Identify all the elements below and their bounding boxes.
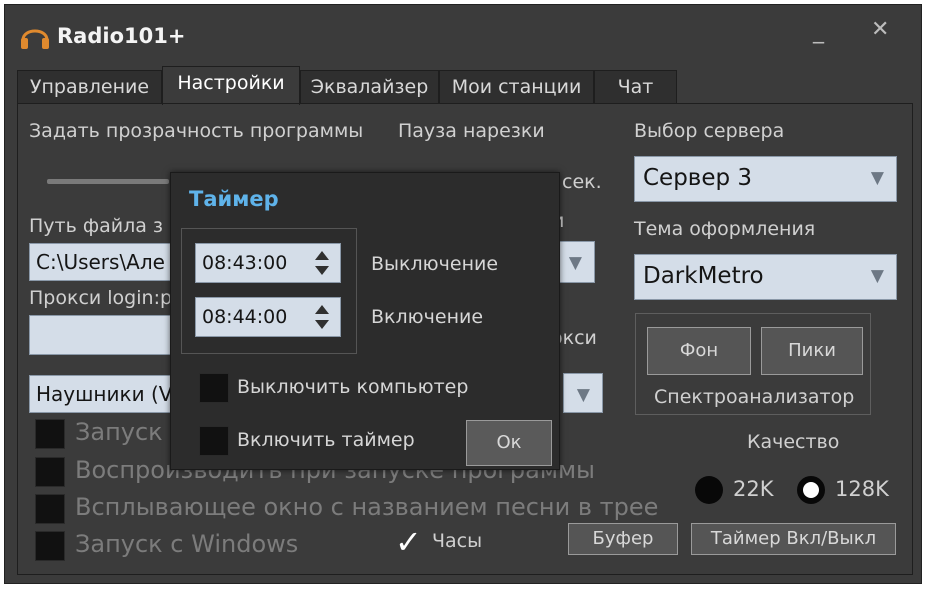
transparency-slider[interactable] <box>47 179 169 184</box>
app-window: Radio101+ _ ✕ Управление Настройки Эквал… <box>4 4 922 584</box>
seconds-suffix: сек. <box>562 171 602 193</box>
window-title: Radio101+ <box>57 24 186 48</box>
spectrum-background-button[interactable]: Фон <box>647 327 751 375</box>
tab-settings[interactable]: Настройки <box>162 66 300 105</box>
timer-dialog-title: Таймер <box>189 187 279 211</box>
shutdown-label: Выключить компьютер <box>237 376 469 398</box>
enable-timer-label: Включить таймер <box>237 429 415 451</box>
quality-128k-radio[interactable] <box>797 476 825 504</box>
off-time-spinner[interactable]: 08:43:00 <box>195 243 341 283</box>
autostart-label: Запуск <box>75 418 163 446</box>
path-label: Путь файла з <box>29 215 164 237</box>
spin-arrows-icon[interactable] <box>314 303 330 331</box>
play-on-start-checkbox[interactable] <box>35 457 65 487</box>
on-time-spinner[interactable]: 08:44:00 <box>195 297 341 337</box>
path-field[interactable]: C:\Users\Але <box>29 243 179 281</box>
on-label: Включение <box>371 306 484 328</box>
chevron-down-icon: ▼ <box>568 253 582 273</box>
windows-start-checkbox[interactable] <box>35 531 65 561</box>
popup-checkbox[interactable] <box>35 494 65 524</box>
theme-label: Тема оформления <box>634 218 816 240</box>
server-value: Сервер 3 <box>643 165 753 191</box>
theme-combo[interactable]: DarkMetro ▼ <box>634 254 897 300</box>
autostart-checkbox[interactable] <box>35 419 65 449</box>
theme-value: DarkMetro <box>643 263 764 289</box>
minimize-button[interactable]: _ <box>813 19 824 44</box>
popup-label: Всплывающее окно с названием песни в тре… <box>75 493 659 521</box>
timer-toggle-button[interactable]: Таймер Вкл/Выкл <box>691 523 896 555</box>
close-button[interactable]: ✕ <box>871 17 889 42</box>
spectrum-peaks-button[interactable]: Пики <box>761 327 863 375</box>
tab-chat[interactable]: Чат <box>594 70 677 104</box>
clock-checkbox[interactable]: ✓ <box>395 523 422 561</box>
quality-22k-radio[interactable] <box>695 476 723 504</box>
radio-selected-dot <box>803 482 819 498</box>
tab-equalizer[interactable]: Эквалайзер <box>300 70 439 104</box>
clock-label: Часы <box>432 530 483 552</box>
off-time-value: 08:43:00 <box>202 252 288 274</box>
ok-button[interactable]: Ок <box>466 420 552 466</box>
windows-start-label: Запуск с Windows <box>75 530 299 558</box>
pause-label: Пауза нарезки <box>398 120 545 142</box>
right-combo-2[interactable]: ▼ <box>563 373 603 413</box>
proxy-field[interactable] <box>29 315 179 355</box>
buffer-button[interactable]: Буфер <box>568 523 678 555</box>
transparency-label: Задать прозрачность программы <box>29 120 364 142</box>
audio-device-field[interactable]: Наушники (V <box>29 375 179 413</box>
chevron-down-icon: ▼ <box>870 266 884 286</box>
quality-label: Качество <box>747 431 840 453</box>
enable-timer-checkbox[interactable] <box>199 426 229 456</box>
timer-dialog: Таймер 08:43:00 Выключение 08:44:00 Вклю… <box>170 172 560 470</box>
chevron-down-icon: ▼ <box>870 168 884 188</box>
headphones-icon <box>21 29 49 49</box>
chevron-down-icon: ▼ <box>576 385 590 405</box>
off-label: Выключение <box>371 253 499 275</box>
title-bar[interactable]: Radio101+ _ ✕ <box>5 5 921 61</box>
quality-128k-label: 128K <box>835 477 889 501</box>
spectrum-label: Спектроанализатор <box>654 386 855 408</box>
shutdown-checkbox[interactable] <box>199 373 229 403</box>
quality-22k-label: 22K <box>733 477 774 501</box>
spin-arrows-icon[interactable] <box>314 249 330 277</box>
right-combo-1[interactable]: ▼ <box>555 241 595 283</box>
proxy-label: Прокси login:p <box>29 287 173 309</box>
tab-control[interactable]: Управление <box>17 70 162 104</box>
server-label: Выбор сервера <box>634 120 785 142</box>
server-combo[interactable]: Сервер 3 ▼ <box>634 156 897 202</box>
on-time-value: 08:44:00 <box>202 306 288 328</box>
tab-my-stations[interactable]: Мои станции <box>439 70 594 104</box>
